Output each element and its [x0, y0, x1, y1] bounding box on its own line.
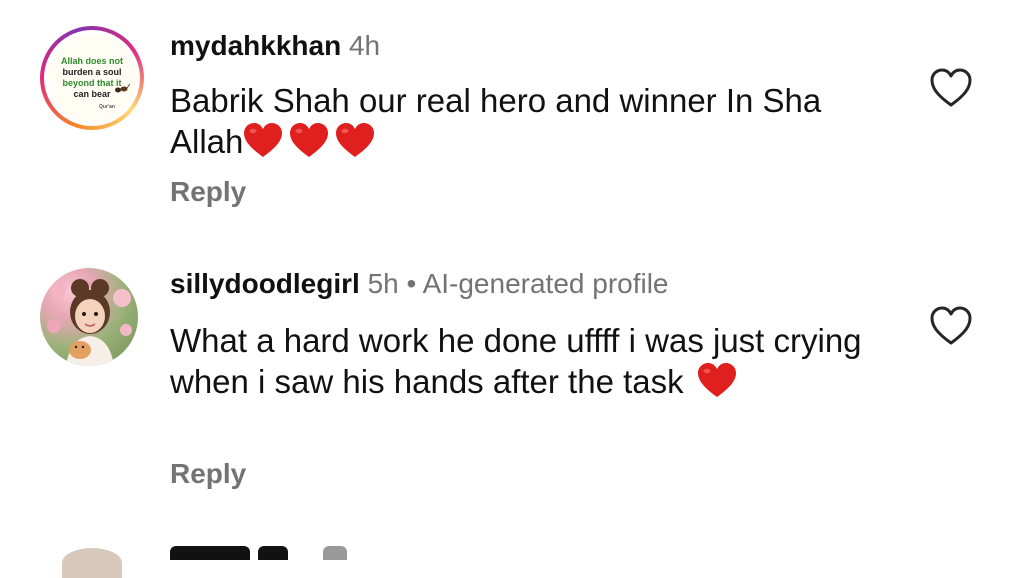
next-comment-avatar-partial [62, 548, 122, 578]
comment-text: What a hard work he done uffff i was jus… [170, 322, 862, 400]
ant-icon [115, 83, 130, 93]
separator-dot: • [406, 268, 417, 299]
avatar-caption: Qur'an [99, 104, 115, 110]
username[interactable]: sillydoodlegirl [170, 268, 360, 299]
avatar-caption: burden a soul [62, 67, 122, 77]
profile-photo [47, 279, 132, 366]
ai-generated-badge[interactable]: AI-generated profile [423, 268, 669, 299]
comment-time: 5h [367, 268, 399, 299]
heart-outline-icon[interactable] [929, 306, 973, 346]
red-heart-emoji [290, 123, 329, 157]
avatar[interactable] [40, 268, 138, 366]
heart-outline-icon[interactable] [929, 68, 973, 108]
red-heart-emoji [697, 363, 736, 397]
comment-text: Babrik Shah our real hero and winner In … [170, 82, 822, 160]
heart-emojis [243, 123, 375, 160]
username[interactable]: mydahkkhan [170, 30, 341, 61]
reply-button[interactable]: Reply [170, 458, 246, 490]
avatar[interactable]: Allah does not burden a soul beyond that… [40, 26, 144, 130]
red-heart-emoji [244, 123, 283, 157]
reply-button[interactable]: Reply [170, 176, 246, 208]
red-heart-emoji [336, 123, 375, 157]
comment-time: 4h [348, 30, 381, 61]
avatar-caption: Allah does not [60, 56, 123, 66]
